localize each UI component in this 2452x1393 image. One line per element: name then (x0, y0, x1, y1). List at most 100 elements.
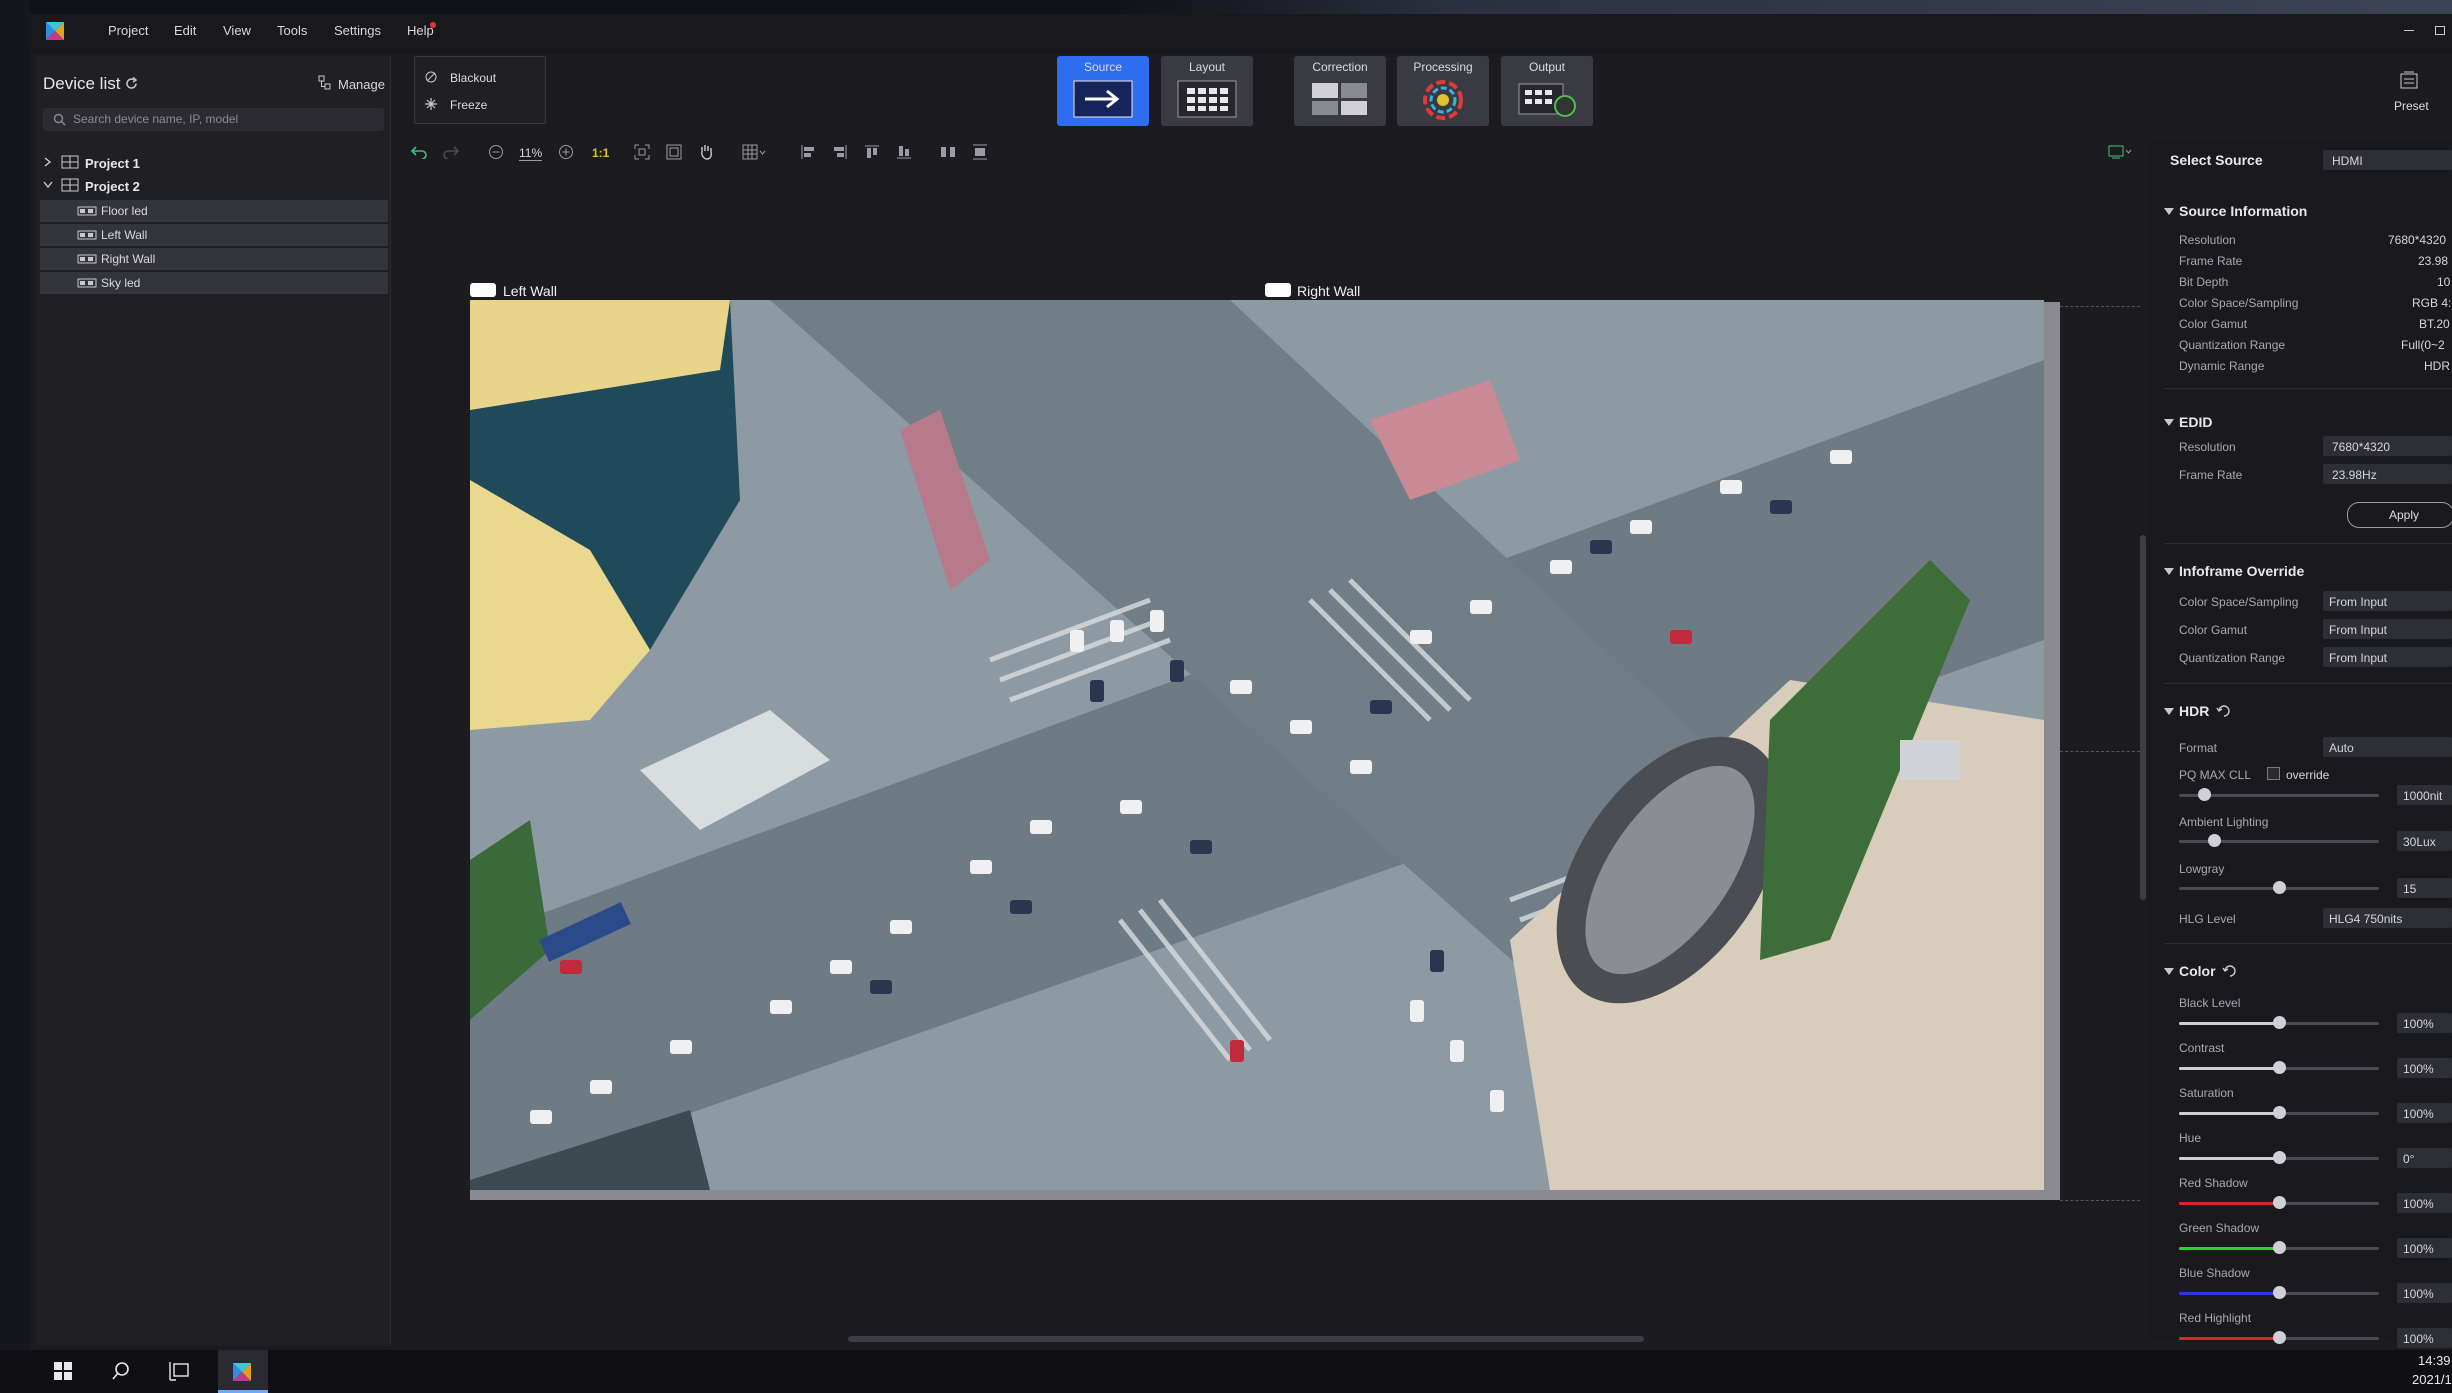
color-slider-knob[interactable] (2273, 1151, 2286, 1164)
task-view-icon[interactable] (168, 1361, 190, 1381)
color-slider-knob[interactable] (2273, 1106, 2286, 1119)
redo-icon[interactable] (442, 145, 460, 159)
color-slider-knob[interactable] (2273, 1241, 2286, 1254)
pq-slider-knob[interactable] (2198, 788, 2211, 801)
snowflake-icon (425, 98, 437, 110)
align-bottom-icon[interactable] (896, 144, 912, 160)
color-slider-knob[interactable] (2273, 1286, 2286, 1299)
menu-settings[interactable]: Settings (334, 23, 381, 38)
source-info-label: Frame Rate (2179, 254, 2243, 268)
windows-start-icon[interactable] (53, 1361, 73, 1381)
section-color: Color (2179, 963, 2216, 979)
menu-project[interactable]: Project (108, 23, 148, 38)
mode-label: Correction (1312, 60, 1368, 74)
maximize-icon[interactable] (2435, 26, 2445, 35)
led-device-icon (77, 230, 97, 240)
collapse-icon[interactable] (2164, 419, 2174, 426)
grid-dropdown-icon[interactable] (742, 144, 766, 160)
refresh-icon[interactable] (124, 76, 139, 91)
color-slider-fill (2179, 1247, 2279, 1250)
search-icon (53, 113, 66, 126)
collapse-icon[interactable] (2164, 568, 2174, 575)
align-left-icon[interactable] (800, 144, 816, 160)
freeze-button[interactable]: Freeze (450, 98, 487, 112)
infoframe-label: Color Gamut (2179, 623, 2248, 637)
divider (2164, 543, 2452, 544)
lowgray-slider-knob[interactable] (2273, 881, 2286, 894)
ambient-slider-knob[interactable] (2208, 834, 2221, 847)
color-slider-knob[interactable] (2273, 1196, 2286, 1209)
distribute-vertical-icon[interactable] (972, 144, 988, 160)
edid-label: Resolution (2179, 440, 2236, 454)
manage-icon[interactable] (318, 75, 332, 91)
collapse-icon[interactable] (2164, 968, 2174, 975)
screen-border (2044, 302, 2060, 1200)
blackout-button[interactable]: Blackout (450, 71, 496, 85)
apply-label: Apply (2389, 508, 2420, 522)
minimize-icon[interactable] (2404, 30, 2414, 31)
app-logo-icon (46, 22, 64, 40)
color-slider-knob[interactable] (2273, 1016, 2286, 1029)
screen-label-left-wall: Left Wall (503, 283, 557, 299)
tree-project-1[interactable]: Project 1 (85, 156, 140, 171)
source-preview-image[interactable] (470, 300, 2044, 1190)
fit-all-icon[interactable] (666, 144, 682, 160)
correction-icon (1312, 83, 1367, 115)
zoom-in-icon[interactable] (558, 144, 574, 160)
pq-value: 1000nit (2403, 789, 2443, 803)
project-icon (61, 178, 79, 192)
section-hdr: HDR (2179, 703, 2210, 719)
layout-grid-icon (1177, 80, 1237, 118)
mode-label: Source (1083, 60, 1123, 74)
device-label: Floor led (101, 204, 148, 218)
screen-tag-icon (1265, 283, 1291, 297)
fit-screen-icon[interactable] (634, 144, 650, 160)
mode-label: Processing (1413, 60, 1473, 74)
menu-tools[interactable]: Tools (277, 23, 307, 38)
tree-project-2[interactable]: Project 2 (85, 179, 140, 194)
override-checkbox[interactable] (2267, 767, 2280, 780)
desktop-background (0, 0, 2452, 14)
color-row-value: 100% (2403, 1062, 2434, 1076)
hand-pan-icon[interactable] (698, 143, 714, 161)
section-edid: EDID (2179, 414, 2213, 430)
vertical-scrollbar[interactable] (2140, 535, 2146, 900)
chevron-down-icon[interactable] (43, 181, 53, 189)
color-row-label: Red Highlight (2179, 1311, 2252, 1325)
search-icon[interactable] (111, 1361, 131, 1381)
reset-icon[interactable] (2222, 963, 2238, 977)
preset-button[interactable]: Preset (2394, 99, 2429, 113)
zoom-out-icon[interactable] (488, 144, 504, 160)
edid-value: 23.98Hz (2332, 468, 2377, 482)
color-slider-fill (2179, 1157, 2279, 1160)
reset-icon[interactable] (2216, 703, 2232, 717)
menu-view[interactable]: View (223, 23, 251, 38)
output-control-box (414, 56, 546, 124)
mode-label: Layout (1188, 60, 1226, 74)
color-slider-knob[interactable] (2273, 1061, 2286, 1074)
search-placeholder: Search device name, IP, model (73, 112, 239, 126)
align-right-icon[interactable] (832, 144, 848, 160)
collapse-icon[interactable] (2164, 208, 2174, 215)
source-info-value: HDR (2424, 359, 2450, 373)
section-infoframe-override: Infoframe Override (2179, 563, 2305, 579)
distribute-horizontal-icon[interactable] (940, 144, 956, 160)
device-label: Sky led (101, 276, 141, 290)
chevron-right-icon[interactable] (44, 157, 52, 167)
actual-size-button[interactable]: 1:1 (592, 146, 609, 160)
source-info-label: Color Space/Sampling (2179, 296, 2299, 310)
guide-line (2060, 1200, 2140, 1201)
manage-button[interactable]: Manage (338, 77, 385, 92)
align-top-icon[interactable] (864, 144, 880, 160)
project-icon (61, 155, 79, 169)
source-info-value: 10 (2437, 275, 2451, 289)
undo-icon[interactable] (410, 145, 428, 159)
horizontal-scrollbar[interactable] (848, 1336, 1644, 1342)
zoom-level[interactable]: 11% (519, 146, 543, 161)
color-row-label: Hue (2179, 1131, 2202, 1145)
source-info-label: Resolution (2179, 233, 2236, 247)
color-slider-knob[interactable] (2273, 1331, 2286, 1344)
display-settings-icon[interactable] (2108, 144, 2132, 160)
menu-edit[interactable]: Edit (174, 23, 196, 38)
collapse-icon[interactable] (2164, 708, 2174, 715)
